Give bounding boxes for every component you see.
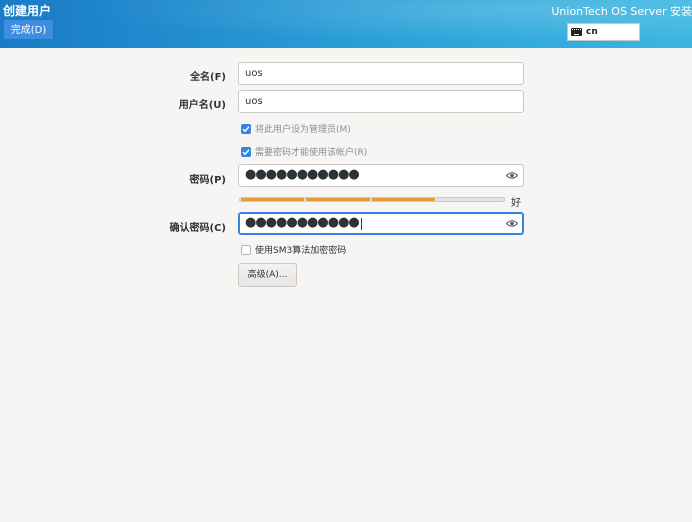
checkmark-icon: [242, 148, 250, 155]
eye-icon[interactable]: [506, 219, 518, 228]
text-caret: [360, 218, 362, 230]
eye-icon[interactable]: [506, 171, 518, 180]
strength-segment: [306, 198, 370, 201]
sm3-checkbox-row[interactable]: 使用SM3算法加密密码: [241, 243, 346, 256]
require-password-checkbox-label: 需要密码才能使用该帐户(R): [255, 148, 368, 158]
fullname-value: uos: [245, 68, 263, 79]
password-strength-text: 好: [511, 198, 521, 209]
username-value: uos: [245, 96, 263, 107]
sm3-checkbox-label: 使用SM3算法加密密码: [255, 246, 347, 256]
fullname-input[interactable]: uos: [238, 62, 524, 85]
keyboard-icon: [571, 28, 582, 36]
confirm-password-mask: ●●●●●●●●●●●: [245, 215, 360, 230]
confirm-password-input[interactable]: ●●●●●●●●●●●: [238, 212, 524, 235]
sm3-checkbox[interactable]: [241, 244, 251, 255]
require-password-checkbox-row[interactable]: 需要密码才能使用该帐户(R): [241, 145, 367, 158]
advanced-button[interactable]: 高级(A)...: [238, 263, 297, 287]
username-label: 用户名(U): [178, 100, 226, 111]
admin-checkbox-label: 将此用户设为管理员(M): [255, 125, 351, 135]
admin-checkbox[interactable]: [241, 123, 251, 134]
password-mask: ●●●●●●●●●●●: [245, 167, 360, 182]
done-button[interactable]: 完成(D): [3, 19, 54, 40]
checkmark-icon: [242, 125, 250, 132]
password-label: 密码(P): [189, 175, 226, 186]
keyboard-layout-indicator[interactable]: cn: [567, 23, 640, 41]
admin-checkbox-row[interactable]: 将此用户设为管理员(M): [241, 122, 351, 135]
page-title: 创建用户: [3, 4, 52, 18]
strength-segment: [241, 198, 305, 201]
username-input[interactable]: uos: [238, 90, 524, 113]
confirm-password-label: 确认密码(C): [169, 223, 226, 234]
require-password-checkbox[interactable]: [241, 146, 251, 157]
product-title: UnionTech OS Server 安装: [551, 5, 692, 18]
keyboard-layout-label: cn: [586, 27, 598, 37]
fullname-label: 全名(F): [190, 72, 226, 83]
password-input[interactable]: ●●●●●●●●●●●: [238, 164, 524, 187]
strength-segment: [371, 198, 435, 201]
password-strength-meter: [239, 197, 505, 202]
